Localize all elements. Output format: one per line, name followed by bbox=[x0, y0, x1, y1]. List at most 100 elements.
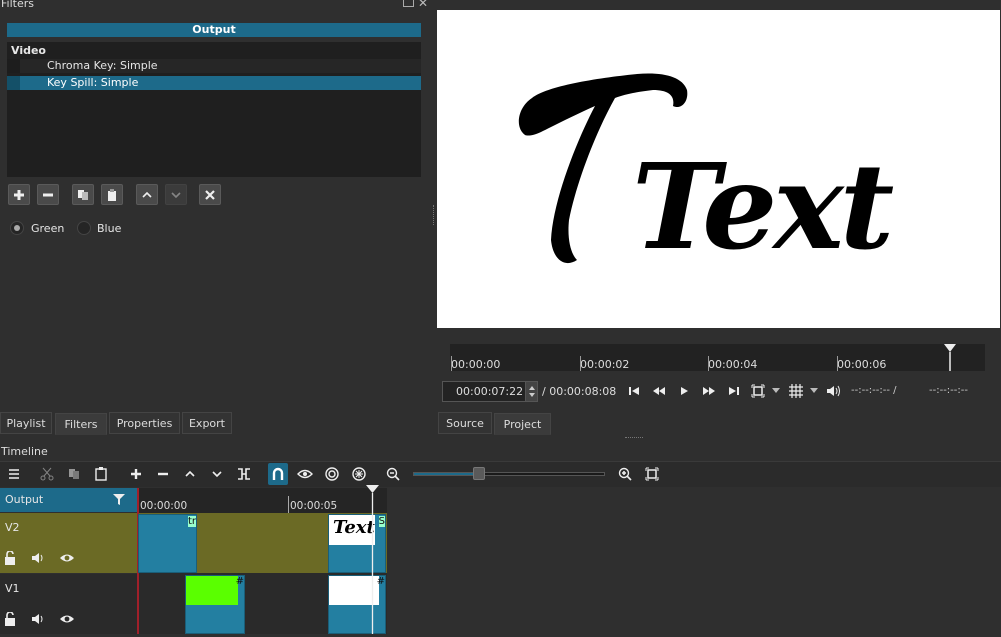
splitter-handle[interactable] bbox=[433, 205, 436, 225]
filter-icon[interactable] bbox=[113, 493, 125, 508]
paste-button[interactable] bbox=[91, 464, 111, 484]
zoom-in-button[interactable] bbox=[615, 464, 635, 484]
add-filter-button[interactable] bbox=[8, 184, 30, 205]
current-time: 00:00:07:22 bbox=[456, 385, 524, 398]
remove-filter-button[interactable] bbox=[37, 184, 59, 205]
filters-list[interactable]: Video Chroma Key: Simple Key Spill: Simp… bbox=[7, 42, 421, 177]
move-filter-down-button[interactable] bbox=[165, 184, 187, 205]
ruler-label: 00:00:04 bbox=[708, 358, 758, 371]
move-filter-up-button[interactable] bbox=[136, 184, 158, 205]
dock-float-icon[interactable] bbox=[403, 0, 414, 7]
ruler-label: 00:00:06 bbox=[837, 358, 887, 371]
zoom-out-button[interactable] bbox=[383, 464, 403, 484]
remove-button[interactable] bbox=[153, 464, 173, 484]
track-name: V2 bbox=[5, 521, 20, 534]
fast-forward-icon bbox=[703, 387, 715, 395]
dock-close-icon[interactable]: ✕ bbox=[418, 0, 428, 10]
ripple-all-icon bbox=[352, 467, 366, 481]
ripple-button[interactable] bbox=[322, 464, 342, 484]
lock-icon[interactable] bbox=[4, 550, 18, 568]
timeline-playhead[interactable] bbox=[366, 485, 379, 634]
filter-checkbox[interactable] bbox=[7, 76, 20, 90]
grid-dropdown-icon[interactable] bbox=[810, 388, 818, 393]
zoom-dropdown-icon[interactable] bbox=[772, 388, 780, 393]
timeline-menu-button[interactable] bbox=[4, 464, 24, 484]
eye-icon[interactable] bbox=[59, 613, 75, 628]
minus-icon bbox=[43, 193, 53, 196]
chevron-up-icon bbox=[142, 191, 152, 198]
radio-blue[interactable] bbox=[77, 221, 91, 235]
plus-icon bbox=[14, 189, 24, 200]
zoom-timeline-fit-button[interactable] bbox=[642, 464, 662, 484]
cut-button[interactable] bbox=[37, 464, 57, 484]
split-button[interactable] bbox=[234, 464, 254, 484]
deselect-filter-button[interactable] bbox=[199, 184, 221, 205]
zoom-slider-handle[interactable] bbox=[473, 467, 485, 480]
append-button[interactable] bbox=[126, 464, 146, 484]
ruler-tick bbox=[837, 356, 838, 371]
eye-icon[interactable] bbox=[59, 552, 75, 567]
scissors-icon bbox=[40, 467, 54, 481]
lock-icon[interactable] bbox=[4, 611, 18, 629]
ripple-all-button[interactable] bbox=[349, 464, 369, 484]
snap-button[interactable] bbox=[268, 463, 288, 485]
ruler-label: 00:00:00 bbox=[451, 358, 501, 371]
timecode-field[interactable]: 00:00:07:22 bbox=[442, 381, 538, 402]
skip-next-icon bbox=[729, 387, 739, 395]
play-button[interactable] bbox=[674, 381, 694, 401]
copy-icon bbox=[78, 189, 88, 200]
track-header-v1[interactable]: V1 bbox=[0, 574, 137, 634]
mute-icon[interactable] bbox=[31, 613, 45, 628]
track-header-v2[interactable]: V2 bbox=[0, 513, 137, 573]
clip-v2-transition[interactable]: tr bbox=[138, 514, 197, 573]
fast-forward-button[interactable] bbox=[699, 381, 719, 401]
zoom-fit-button[interactable] bbox=[748, 381, 768, 401]
playhead-marker[interactable] bbox=[944, 344, 956, 371]
grid-icon bbox=[789, 384, 803, 398]
tab-export[interactable]: Export bbox=[182, 412, 232, 434]
split-icon bbox=[238, 468, 250, 480]
filter-checkbox[interactable] bbox=[7, 59, 20, 73]
radio-green[interactable] bbox=[10, 221, 24, 235]
lift-button[interactable] bbox=[180, 464, 200, 484]
tab-source[interactable]: Source bbox=[438, 412, 492, 434]
viewer-ruler[interactable]: 00:00:00 00:00:02 00:00:04 00:00:06 bbox=[450, 344, 985, 371]
chevron-down-icon bbox=[171, 191, 181, 198]
volume-button[interactable] bbox=[823, 381, 843, 401]
rewind-button[interactable] bbox=[649, 381, 669, 401]
tab-playlist[interactable]: Playlist bbox=[0, 412, 52, 434]
radio-blue-label: Blue bbox=[97, 222, 122, 235]
output-track-header[interactable]: Output bbox=[0, 488, 137, 512]
ripple-icon bbox=[325, 467, 339, 481]
ruler-label: 00:00:02 bbox=[580, 358, 630, 371]
overwrite-button[interactable] bbox=[207, 464, 227, 484]
scrub-button[interactable] bbox=[295, 464, 315, 484]
filter-item-chroma-key[interactable]: Chroma Key: Simple bbox=[7, 59, 421, 73]
tab-filters[interactable]: Filters bbox=[55, 413, 107, 435]
tab-project[interactable]: Project bbox=[494, 413, 551, 435]
grid-button[interactable] bbox=[786, 381, 806, 401]
filter-item-label: Chroma Key: Simple bbox=[47, 59, 158, 72]
preview-text: Text bbox=[632, 137, 894, 276]
video-preview: Text bbox=[437, 10, 1000, 328]
spin-arrows-icon bbox=[529, 386, 535, 397]
filters-dock-title: Filters bbox=[1, 0, 34, 10]
copy-filter-button[interactable] bbox=[72, 184, 94, 205]
skip-previous-button[interactable] bbox=[624, 381, 644, 401]
tab-properties[interactable]: Properties bbox=[109, 412, 180, 434]
timeline-ruler[interactable]: 00:00:00 00:00:05 bbox=[137, 488, 387, 513]
splitter-handle[interactable] bbox=[625, 437, 643, 440]
paste-filter-button[interactable] bbox=[101, 184, 123, 205]
clip-v1-green[interactable]: # bbox=[185, 575, 245, 634]
mute-icon[interactable] bbox=[31, 552, 45, 567]
filter-item-key-spill[interactable]: Key Spill: Simple bbox=[7, 76, 421, 90]
fit-icon bbox=[751, 384, 765, 398]
zoom-slider-track[interactable] bbox=[413, 472, 605, 476]
skip-next-button[interactable] bbox=[724, 381, 744, 401]
timeline-title: Timeline bbox=[1, 445, 48, 458]
zoom-in-icon bbox=[618, 467, 632, 481]
total-time: / 00:00:08:08 bbox=[542, 385, 617, 398]
zoom-slider-fill bbox=[414, 473, 480, 475]
copy-button[interactable] bbox=[64, 464, 84, 484]
timecode-spinner[interactable] bbox=[525, 382, 537, 401]
